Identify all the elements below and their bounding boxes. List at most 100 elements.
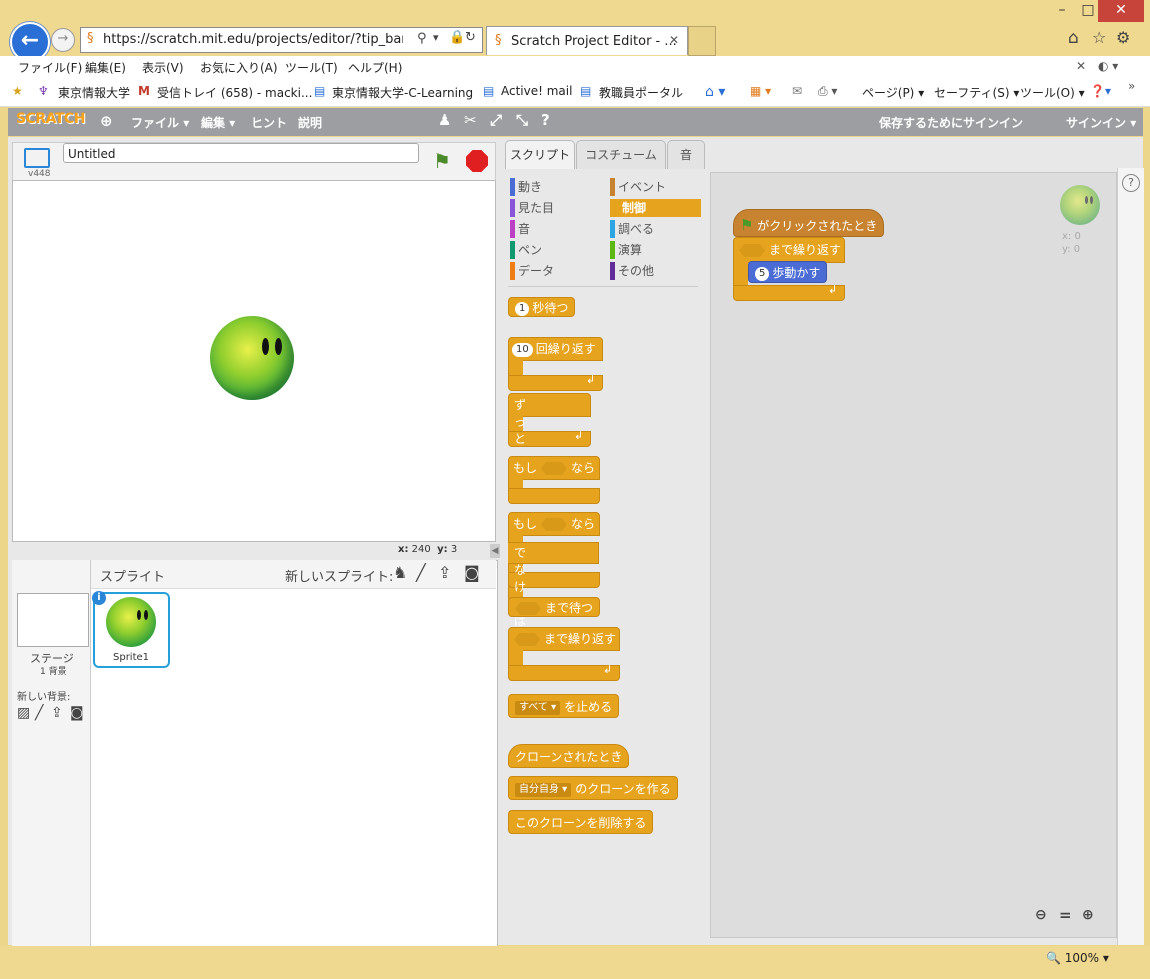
script-move-steps[interactable]: 5 歩動かす xyxy=(748,261,828,283)
gear-icon[interactable]: ⚙ xyxy=(1116,28,1130,47)
fav-inbox[interactable]: 受信トレイ (658) - macki... xyxy=(157,84,312,101)
block-delete-clone[interactable]: このクローンを削除する xyxy=(508,810,654,834)
wait-input[interactable]: 1 xyxy=(515,301,530,316)
scratch-edit-menu[interactable]: 編集 ▾ xyxy=(201,114,235,131)
repeat-input[interactable]: 10 xyxy=(512,342,533,357)
condition-slot[interactable] xyxy=(739,244,765,257)
more-chevron-icon[interactable]: » xyxy=(1128,79,1135,93)
category-control[interactable]: 制御 xyxy=(610,199,701,217)
duplicate-tool-icon[interactable]: ♟ xyxy=(438,111,451,129)
scratch-logo[interactable]: SCRATCH xyxy=(16,111,85,127)
block-when-clone[interactable]: クローンされたとき xyxy=(508,744,630,768)
category-operators[interactable]: 演算 xyxy=(610,241,642,259)
block-help-icon[interactable]: ? xyxy=(541,111,550,129)
home-icon[interactable]: ⌂ xyxy=(1068,28,1079,48)
category-pen[interactable]: ペン xyxy=(510,241,542,259)
menu-file[interactable]: ファイル(F) xyxy=(18,59,82,76)
tab-sounds[interactable]: 音 xyxy=(667,140,705,169)
search-icon[interactable]: ⚲ xyxy=(417,31,427,46)
zoom-reset-icon[interactable]: = xyxy=(1059,906,1072,924)
browser-tab-active[interactable]: § Scratch Project Editor - ... ✕ xyxy=(486,26,688,55)
menu-favorites[interactable]: お気に入り(A) xyxy=(200,59,278,76)
condition-slot[interactable] xyxy=(514,633,540,646)
upload-sprite-icon[interactable]: ⇪ xyxy=(438,563,451,582)
sprite-info-icon[interactable]: i xyxy=(92,591,106,605)
fullscreen-icon[interactable] xyxy=(24,148,50,168)
category-events[interactable]: イベント xyxy=(610,178,666,196)
condition-slot[interactable] xyxy=(515,602,541,615)
new-tab-button[interactable] xyxy=(688,26,716,56)
forward-button[interactable]: → xyxy=(51,28,75,52)
signin-menu[interactable]: サインイン ▾ xyxy=(1066,114,1136,131)
block-stop[interactable]: すべて ▾ を止める xyxy=(508,694,620,718)
camera-sprite-icon[interactable]: ◙ xyxy=(464,563,480,582)
dropdown-arrow-icon[interactable]: ▾ xyxy=(433,31,439,44)
camera-backdrop-icon[interactable]: ◙ xyxy=(70,705,84,721)
zoom-out-icon[interactable]: ⊖ xyxy=(1035,907,1047,923)
close-window-button[interactable]: ✕ xyxy=(1098,0,1144,22)
script-when-flag-clicked[interactable]: ⚑ がクリックされたとき xyxy=(733,209,885,237)
clone-dropdown[interactable]: 自分自身 ▾ xyxy=(515,782,572,797)
mail-icon[interactable]: ✉ xyxy=(792,84,802,98)
address-bar[interactable]: § https://scratch.mit.edu/projects/edito… xyxy=(80,27,483,53)
category-looks[interactable]: 見た目 xyxy=(510,199,554,217)
backdrop-library-icon[interactable]: ▨ xyxy=(17,705,30,721)
block-wait-until[interactable]: まで待つ xyxy=(508,597,601,617)
tab-close-icon[interactable]: ✕ xyxy=(669,33,679,47)
cmd-safety[interactable]: セーフティ(S) ▾ xyxy=(934,84,1019,101)
menu-edit[interactable]: 編集(E) xyxy=(85,59,126,76)
browser-zoom[interactable]: 🔍 100% ▾ xyxy=(1046,951,1109,965)
category-motion[interactable]: 動き xyxy=(510,178,542,196)
help-icon[interactable]: ❓▾ xyxy=(1090,84,1111,98)
stop-dropdown[interactable]: すべて ▾ xyxy=(515,700,561,715)
help-question-icon[interactable]: ? xyxy=(1122,174,1140,192)
shrink-tool-icon[interactable]: ⤡ xyxy=(516,111,528,129)
sprite-ball[interactable] xyxy=(210,316,294,400)
grow-tool-icon[interactable]: ⤢ xyxy=(490,111,502,129)
paint-sprite-icon[interactable]: ╱ xyxy=(416,563,426,582)
print-icon[interactable]: ⎙ ▾ xyxy=(818,84,837,99)
collapse-stage-icon[interactable]: ◀ xyxy=(490,544,500,558)
category-data[interactable]: データ xyxy=(510,262,554,280)
refresh-icon[interactable]: ↻ xyxy=(465,30,476,45)
project-title-input[interactable]: Untitled xyxy=(63,143,419,163)
block-wait[interactable]: 1 秒待つ xyxy=(508,297,576,317)
category-sound[interactable]: 音 xyxy=(510,220,530,238)
block-create-clone[interactable]: 自分自身 ▾ のクローンを作る xyxy=(508,776,678,800)
home-page-icon[interactable]: ⌂ ▾ xyxy=(705,84,725,100)
tab-costumes[interactable]: コスチューム xyxy=(576,140,666,169)
rss-icon[interactable]: ▦ ▾ xyxy=(750,84,771,98)
paint-backdrop-icon[interactable]: ╱ xyxy=(35,705,43,721)
category-more[interactable]: その他 xyxy=(610,262,654,280)
fav-active-mail[interactable]: Active! mail xyxy=(501,84,572,98)
category-sensing[interactable]: 調べる xyxy=(610,220,654,238)
stop-sign-icon[interactable] xyxy=(466,150,488,172)
sprite-library-icon[interactable]: ♞ xyxy=(393,563,407,582)
scripts-area[interactable]: ⚑ がクリックされたとき まで繰り返す ↲ 5 歩動かす x: 0 y: 0 ⊖ … xyxy=(710,172,1117,938)
favorites-star-icon[interactable]: ☆ xyxy=(1092,28,1106,47)
move-input[interactable]: 5 xyxy=(755,266,770,281)
delete-tool-icon[interactable]: ✂ xyxy=(464,111,477,129)
green-flag-icon[interactable]: ⚑ xyxy=(433,149,451,173)
menu-view[interactable]: 表示(V) xyxy=(142,59,184,76)
fav-c-learning[interactable]: 東京情報大学-C-Learning xyxy=(332,84,473,101)
add-favorite-icon[interactable]: ★ xyxy=(12,84,23,98)
lock-icon[interactable]: 🔒 xyxy=(449,30,465,45)
stage-thumbnail[interactable] xyxy=(17,593,89,647)
globe-icon[interactable]: ⊕ xyxy=(100,112,113,130)
menu-tools[interactable]: ツール(T) xyxy=(285,59,338,76)
upload-backdrop-icon[interactable]: ⇪ xyxy=(51,705,63,721)
ie-feature-icon[interactable]: ◐ ▾ xyxy=(1098,59,1118,73)
condition-slot[interactable] xyxy=(541,462,568,475)
zoom-in-icon[interactable]: ⊕ xyxy=(1082,907,1094,923)
condition-slot[interactable] xyxy=(541,518,568,531)
scratch-file-menu[interactable]: ファイル ▾ xyxy=(131,114,189,131)
close-menu-icon[interactable]: ✕ xyxy=(1076,59,1086,73)
tab-scripts[interactable]: スクリプト xyxy=(505,140,575,169)
fav-university[interactable]: 東京情報大学 xyxy=(58,84,130,101)
fav-portal[interactable]: 教職員ポータル xyxy=(599,84,683,101)
cmd-tools[interactable]: ツール(O) ▾ xyxy=(1020,84,1085,101)
scratch-about[interactable]: 説明 xyxy=(298,114,322,131)
scratch-tips[interactable]: ヒント xyxy=(251,114,287,131)
cmd-page[interactable]: ページ(P) ▾ xyxy=(862,84,924,101)
